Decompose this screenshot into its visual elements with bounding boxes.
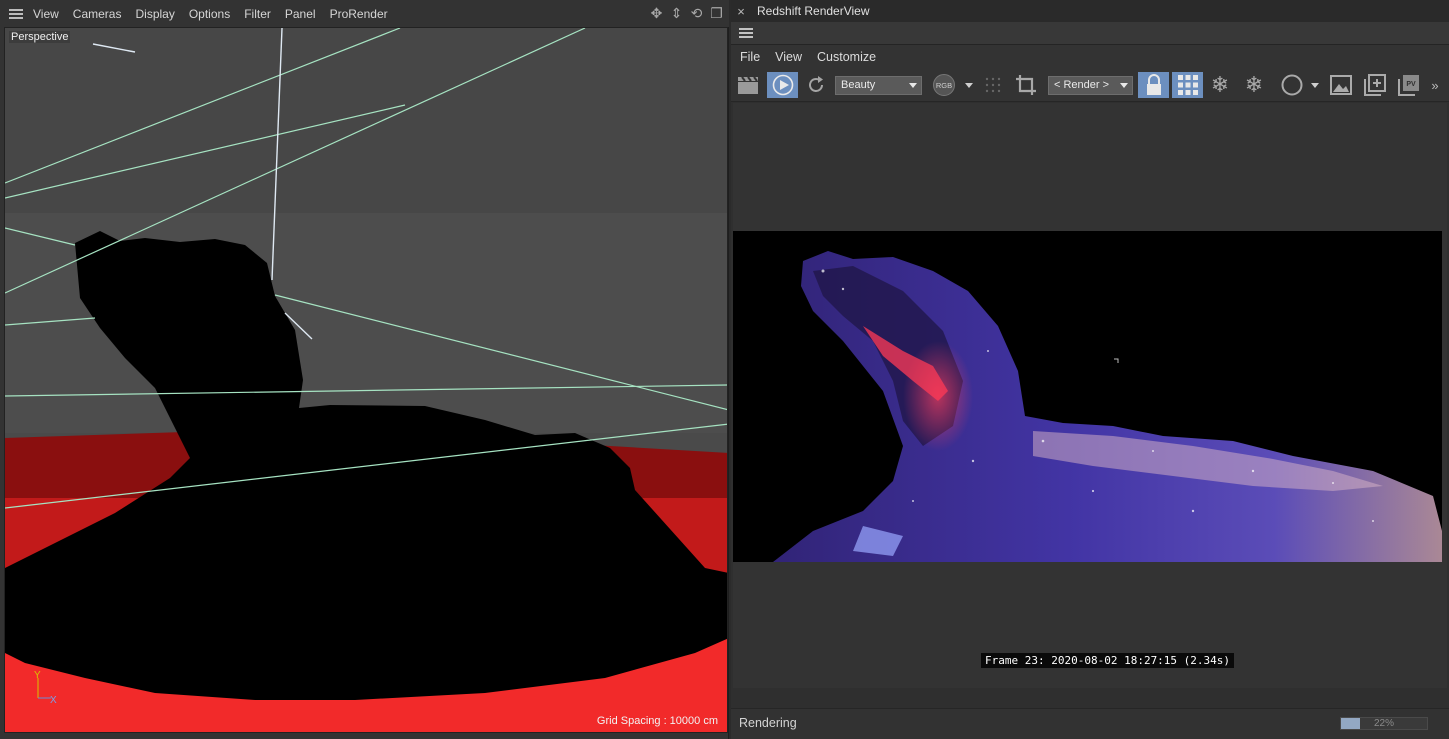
start-render-button[interactable] [767, 72, 798, 98]
circle-chevron-down-icon[interactable] [1309, 72, 1321, 98]
renderview-menu-strip [731, 22, 1449, 45]
rotate-view-icon[interactable]: ⟲ [688, 5, 705, 22]
picture-viewer-icon[interactable]: PV [1396, 72, 1422, 98]
viewport-scene: Y X [5, 28, 727, 732]
progress-fill [1341, 718, 1360, 729]
lock-icon [1146, 74, 1161, 95]
chevron-down-icon [909, 83, 917, 88]
viewport-panel: View Cameras Display Options Filter Pane… [0, 0, 729, 739]
renderview-menubar: File View Customize [731, 45, 1449, 68]
add-snapshot-icon[interactable] [1362, 72, 1388, 98]
renderview-statusbar: Rendering 22% [731, 708, 1449, 739]
menu-filter[interactable]: Filter [244, 7, 271, 21]
dot-grid-icon[interactable] [982, 72, 1004, 98]
redshift-renderview-panel: × Redshift RenderView File View Customiz… [731, 0, 1449, 739]
renderview-toolbar: Beauty RGB < Render > ❄ ❄ PV » [731, 68, 1449, 102]
menu-panel[interactable]: Panel [285, 7, 316, 21]
toolbar-overflow-icon[interactable]: » [1428, 72, 1442, 98]
image-icon[interactable] [1328, 72, 1354, 98]
render-image [733, 231, 1442, 562]
aov-dropdown[interactable]: Beauty [835, 76, 922, 95]
grid-icon [1177, 75, 1198, 95]
menu-prorender[interactable]: ProRender [330, 7, 388, 21]
axis-y-label: Y [34, 670, 41, 681]
render-status: Rendering [739, 716, 797, 730]
dolly-icon[interactable]: ⇕ [668, 5, 685, 22]
menu-file[interactable]: File [740, 50, 760, 64]
freeze-global-icon[interactable]: ❄ [1240, 72, 1268, 98]
renderview-title: Redshift RenderView [757, 4, 870, 18]
camera-dropdown[interactable]: < Render > [1048, 76, 1133, 95]
menu-rv-view[interactable]: View [775, 50, 802, 64]
lock-button[interactable] [1138, 72, 1169, 98]
rgb-channel-button[interactable]: RGB [930, 72, 958, 98]
progress-percent: 22% [1374, 718, 1395, 729]
render-progress-bar: 22% [1340, 717, 1428, 730]
axis-x-label: X [50, 695, 57, 706]
menu-cameras[interactable]: Cameras [73, 7, 122, 21]
menu-display[interactable]: Display [135, 7, 174, 21]
rgb-badge-text: RGB [936, 81, 952, 90]
viewport-menubar: View Cameras Display Options Filter Pane… [0, 0, 729, 27]
renderview-titlebar: × Redshift RenderView [731, 0, 1449, 22]
play-icon [772, 74, 793, 96]
close-icon[interactable]: × [731, 4, 751, 19]
freeze-icon[interactable]: ❄ [1207, 72, 1233, 98]
maximize-view-icon[interactable]: ❐ [708, 5, 725, 22]
render-canvas[interactable]: Frame 23: 2020-08-02 18:27:15 (2.34s) [733, 103, 1447, 688]
refresh-icon[interactable] [803, 72, 829, 98]
rgb-chevron-down-icon[interactable] [962, 72, 976, 98]
crop-icon[interactable] [1013, 72, 1039, 98]
perspective-viewport[interactable]: Y X Perspective Grid Spacing : 10000 cm [4, 27, 728, 733]
grid-spacing-readout: Grid Spacing : 10000 cm [596, 715, 718, 727]
frame-info: Frame 23: 2020-08-02 18:27:15 (2.34s) [981, 653, 1235, 668]
aov-dropdown-value: Beauty [841, 79, 876, 91]
menu-view[interactable]: View [33, 7, 59, 21]
bucket-grid-button[interactable] [1172, 72, 1203, 98]
svg-text:PV: PV [1406, 81, 1416, 88]
viewport-menu-icon[interactable] [9, 8, 23, 19]
move-view-icon[interactable]: ✥ [648, 5, 665, 22]
camera-label[interactable]: Perspective [9, 31, 71, 43]
clapperboard-icon[interactable] [735, 72, 761, 98]
circle-icon[interactable] [1279, 72, 1305, 98]
menu-customize[interactable]: Customize [817, 50, 876, 64]
menu-options[interactable]: Options [189, 7, 230, 21]
renderview-menu-icon[interactable] [739, 28, 753, 38]
chevron-down-icon [1120, 83, 1128, 88]
camera-dropdown-value: < Render > [1054, 79, 1110, 91]
